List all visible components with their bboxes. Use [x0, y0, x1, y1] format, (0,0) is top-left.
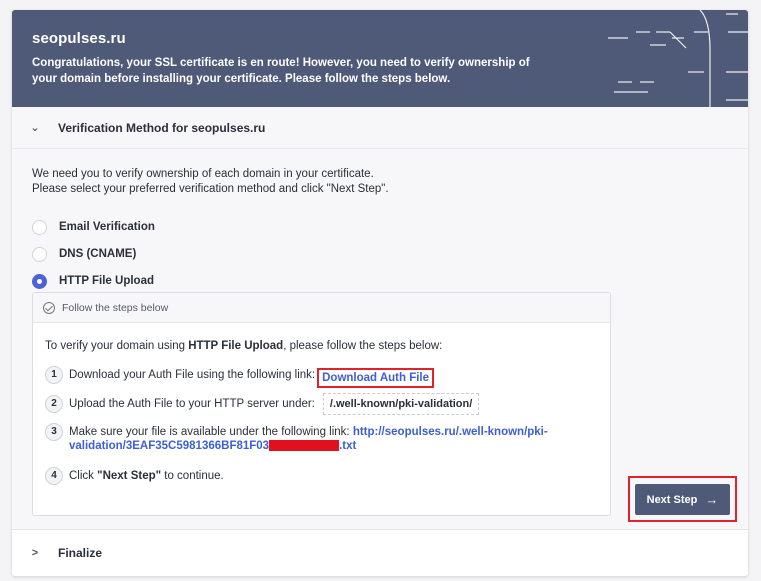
validation-url-line-2[interactable]: validation/3EAF35C5981366BF81F03 .txt: [69, 440, 356, 452]
download-auth-file-link[interactable]: Download Auth File: [317, 368, 435, 388]
next-step-label: Next Step: [646, 493, 698, 506]
radio-email-verification[interactable]: Email Verification: [32, 217, 155, 237]
validation-url-end[interactable]: .txt: [339, 440, 356, 452]
radio-dns-cname[interactable]: DNS (CNAME): [32, 244, 136, 264]
step-4-suffix: to continue.: [161, 470, 224, 482]
validation-url-start[interactable]: validation/3EAF35C5981366BF81F03: [69, 440, 269, 452]
validation-url-line-1[interactable]: http://seopulses.ru/.well-known/pki-: [353, 426, 548, 438]
step-4: 4 Click "Next Step" to continue.: [45, 467, 224, 485]
verification-section-body: We need you to verify ownership of each …: [12, 149, 748, 529]
step-4-prefix: Click: [69, 470, 98, 482]
ssl-verification-card: seopulses.ru Congratulations, your SSL c…: [12, 10, 748, 576]
banner-message: Congratulations, your SSL certificate is…: [32, 57, 530, 85]
step-2: 2 Upload the Auth File to your HTTP serv…: [45, 393, 480, 415]
steps-intro: To verify your domain using HTTP File Up…: [45, 340, 442, 352]
verification-section-header[interactable]: ⌄ Verification Method for seopulses.ru: [12, 107, 748, 149]
next-step-button[interactable]: Next Step →: [635, 484, 730, 515]
intro-line-2: Please select your preferred verificatio…: [32, 183, 389, 195]
steps-panel-header: Follow the steps below: [33, 293, 610, 323]
step-number: 2: [45, 395, 63, 413]
radio-button-selected[interactable]: [32, 273, 47, 289]
step-2-text: Upload the Auth File to your HTTP server…: [69, 398, 315, 410]
steps-header-label: Follow the steps below: [62, 301, 169, 314]
step-number: 1: [45, 366, 63, 384]
radio-label: DNS (CNAME): [59, 248, 137, 260]
chevron-right-icon: >: [31, 547, 39, 559]
next-step-highlight: Next Step →: [628, 476, 737, 522]
circuit-decoration-icon: [608, 10, 748, 107]
step-4-bold: "Next Step": [97, 470, 162, 482]
intro-line-1: We need you to verify ownership of each …: [32, 168, 374, 180]
chevron-down-icon: ⌄: [30, 122, 40, 134]
radio-label: HTTP File Upload: [59, 275, 154, 287]
steps-intro-suffix: , please follow the steps below:: [283, 340, 443, 352]
step-3-text: Make sure your file is available under t…: [69, 426, 350, 438]
steps-intro-method: HTTP File Upload: [188, 340, 284, 352]
step-1: 1 Download your Auth File using the foll…: [45, 366, 435, 388]
radio-http-file-upload[interactable]: HTTP File Upload: [32, 271, 154, 291]
step-4-text: Click "Next Step" to continue.: [69, 469, 224, 483]
check-circle-icon: [43, 301, 55, 314]
verification-intro: We need you to verify ownership of each …: [32, 167, 389, 197]
radio-button[interactable]: [32, 219, 47, 235]
radio-label: Email Verification: [59, 221, 155, 233]
step-1-text: Download your Auth File using the follow…: [69, 369, 316, 381]
finalize-section-header[interactable]: > Finalize: [12, 529, 748, 576]
domain-title: seopulses.ru: [32, 30, 126, 47]
finalize-section-title: Finalize: [58, 546, 103, 560]
step-3-content: Make sure your file is available under t…: [69, 425, 548, 453]
step-number: 3: [45, 423, 63, 441]
radio-button[interactable]: [32, 246, 47, 262]
step-number: 4: [45, 467, 63, 485]
upload-path-box[interactable]: /.well-known/pki-validation/: [322, 393, 480, 415]
arrow-right-icon: →: [705, 492, 719, 507]
header-banner: seopulses.ru Congratulations, your SSL c…: [12, 10, 748, 107]
verification-section-title: Verification Method for seopulses.ru: [58, 120, 266, 135]
steps-intro-prefix: To verify your domain using: [45, 340, 189, 352]
step-3: 3 Make sure your file is available under…: [45, 423, 548, 453]
redacted-block: [269, 440, 340, 452]
steps-panel: Follow the steps below To verify your do…: [32, 292, 611, 516]
